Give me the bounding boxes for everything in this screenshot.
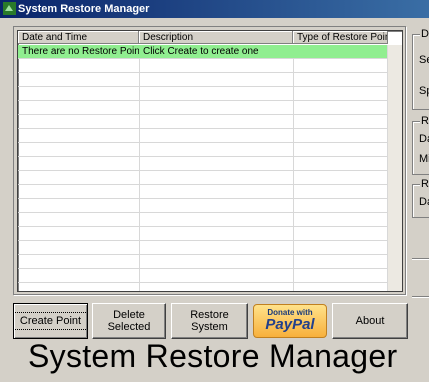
- window-title: System Restore Manager: [18, 3, 150, 15]
- title-bar: System Restore Manager: [0, 0, 429, 18]
- vertical-scrollbar[interactable]: [387, 45, 402, 291]
- empty-row[interactable]: [18, 171, 388, 185]
- empty-row[interactable]: [18, 255, 388, 269]
- empty-row[interactable]: [18, 157, 388, 171]
- empty-row[interactable]: [18, 227, 388, 241]
- column-header-type[interactable]: Type of Restore Point: [293, 31, 388, 44]
- empty-row[interactable]: [18, 115, 388, 129]
- table-cell: There are no Restore Points: [22, 46, 139, 57]
- restore-icon: [3, 2, 16, 15]
- group-box-3: Re Da: [412, 178, 429, 218]
- list-header: Date and Time Description Type of Restor…: [18, 31, 402, 45]
- create-point-button[interactable]: Create Point: [12, 303, 89, 339]
- empty-row[interactable]: [18, 129, 388, 143]
- group-box-2-line-2: Mi: [419, 153, 429, 165]
- empty-row[interactable]: [18, 87, 388, 101]
- app-banner-title: System Restore Manager: [28, 338, 398, 374]
- group-box-3-label: Re: [420, 178, 429, 190]
- empty-row[interactable]: [18, 283, 388, 291]
- about-button[interactable]: About: [332, 303, 408, 339]
- table-row[interactable]: There are no Restore Points Click Create …: [18, 45, 388, 59]
- group-box-1-line-1: Se: [419, 54, 429, 66]
- empty-row[interactable]: [18, 73, 388, 87]
- group-box-2-line-1: Da: [419, 133, 429, 145]
- empty-row[interactable]: [18, 143, 388, 157]
- empty-row[interactable]: [18, 241, 388, 255]
- group-box-2: Re Da Mi: [412, 115, 429, 175]
- restore-system-button[interactable]: Restore System: [171, 303, 248, 339]
- group-box-1: Di Se Sp: [412, 28, 429, 110]
- table-cell: Click Create to create one: [143, 46, 259, 57]
- empty-row[interactable]: [18, 213, 388, 227]
- empty-row[interactable]: [18, 185, 388, 199]
- group-box-2-label: Re: [420, 115, 429, 127]
- side-separator: [412, 296, 429, 297]
- group-box-1-line-2: Sp: [419, 85, 429, 97]
- side-separator: [412, 258, 429, 259]
- empty-row[interactable]: [18, 59, 388, 73]
- empty-row[interactable]: [18, 269, 388, 283]
- empty-row[interactable]: [18, 199, 388, 213]
- delete-selected-button[interactable]: Delete Selected: [92, 303, 166, 339]
- column-header-description[interactable]: Description: [139, 31, 293, 44]
- group-box-3-line-1: Da: [419, 196, 429, 208]
- group-box-1-label: Di: [420, 28, 429, 40]
- table-cell: [293, 45, 388, 58]
- restore-points-list[interactable]: Date and Time Description Type of Restor…: [17, 30, 403, 292]
- create-point-label: Create Point: [12, 312, 89, 330]
- column-header-date[interactable]: Date and Time: [18, 31, 139, 44]
- donate-paypal-button[interactable]: Donate with PayPal: [253, 304, 327, 338]
- paypal-logo: PayPal: [265, 316, 315, 333]
- empty-row[interactable]: [18, 101, 388, 115]
